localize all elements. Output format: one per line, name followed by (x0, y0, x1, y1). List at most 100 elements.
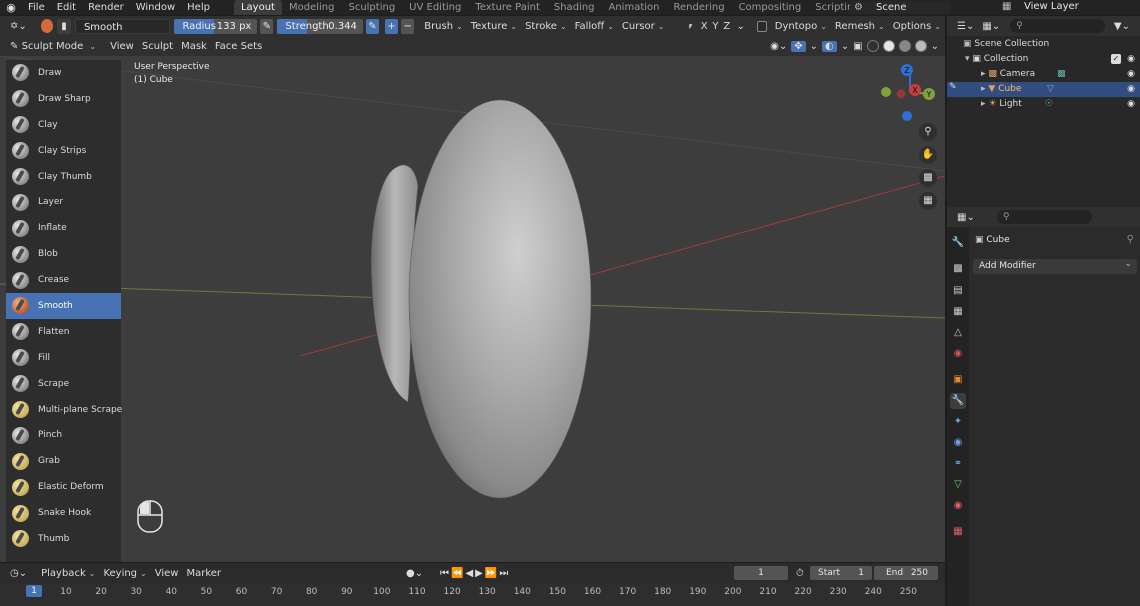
stopwatch-icon[interactable]: ⏱ (792, 566, 808, 581)
timeline-menu-playback[interactable]: Playback (37, 566, 99, 581)
overlay-toggle-icon[interactable]: ◐ (822, 40, 837, 52)
collection-checkbox[interactable]: ✓ (1111, 54, 1121, 64)
tab-shading[interactable]: Shading (547, 0, 602, 15)
timeline-menu-marker[interactable]: Marker (182, 566, 225, 581)
solid-shading-icon[interactable] (882, 40, 895, 52)
wireframe-shading-icon[interactable] (866, 40, 879, 52)
tab-rendering[interactable]: Rendering (666, 0, 731, 15)
zoom-icon[interactable]: ⚲ (919, 123, 937, 141)
tool-layer[interactable]: Layer (6, 189, 121, 215)
world-tab-icon[interactable]: ◉ (950, 346, 966, 362)
dyntopo-checkbox[interactable] (756, 20, 767, 32)
editor-type-icon[interactable]: ✡⌄ (6, 19, 31, 34)
tool-fill[interactable]: Fill (6, 345, 121, 371)
material-tab-icon[interactable]: ◉ (950, 498, 966, 514)
strength-pressure-icon[interactable]: ✎ (365, 18, 380, 34)
tool-draw[interactable]: Draw (6, 60, 121, 86)
timeline-editor-type-icon[interactable]: ◷⌄ (6, 566, 31, 581)
outliner-search-input[interactable]: ⚲ (1010, 19, 1106, 33)
gizmo-toggle-icon[interactable]: ✥ (791, 40, 806, 52)
tool-smooth[interactable]: Smooth (6, 293, 121, 319)
start-frame-field[interactable]: Start 1 (810, 566, 872, 580)
mode-selector[interactable]: ✎ Sculpt Mode (6, 39, 100, 54)
timeline-ruler[interactable]: 1 10 20 30 40 50 60 70 80 90 100 110 120 130 140 150 160… (0, 583, 945, 606)
remesh-menu[interactable]: Remesh (831, 19, 889, 34)
eye-icon[interactable]: ◉ (1127, 82, 1135, 97)
menu-file[interactable]: File (22, 0, 51, 15)
stroke-menu[interactable]: Stroke (521, 19, 571, 34)
brush-name-field[interactable]: Smooth (74, 18, 171, 34)
tab-layout[interactable]: Layout (233, 0, 282, 15)
neg-y-axis-icon[interactable] (881, 87, 891, 97)
eye-icon[interactable]: ◉ (1127, 97, 1135, 112)
neg-z-axis-icon[interactable] (902, 111, 912, 121)
tool-flatten[interactable]: Flatten (6, 319, 121, 345)
outliner-editor-type-icon[interactable]: ☰⌄ (953, 19, 978, 34)
scene-field[interactable]: ⚙ Scene (850, 1, 950, 14)
menu-render[interactable]: Render (82, 0, 130, 15)
outliner-row-cube[interactable]: ▸ ▼ Cube ▽ ◉ (947, 82, 1140, 97)
play-reverse-icon[interactable]: ◀ (465, 568, 475, 579)
tool-crease[interactable]: Crease (6, 267, 121, 293)
viewport-menu-sculpt[interactable]: Sculpt (138, 39, 177, 54)
tab-sculpting[interactable]: Sculpting (341, 0, 402, 15)
tool-blob[interactable]: Blob (6, 241, 121, 267)
eye-icon[interactable]: ◉ (1127, 67, 1135, 82)
tab-modeling[interactable]: Modeling (282, 0, 342, 15)
outliner-filter-icon[interactable]: ▼⌄ (1110, 19, 1134, 34)
cursor-menu[interactable]: Cursor (618, 19, 669, 34)
properties-editor-type-icon[interactable]: ▦⌄ (953, 210, 979, 225)
current-frame-field[interactable]: 1 (734, 566, 788, 580)
modifier-tab-icon[interactable]: 🔧 (950, 393, 966, 409)
blender-logo-icon[interactable]: ◉ (0, 0, 22, 15)
tool-draw-sharp[interactable]: Draw Sharp (6, 86, 121, 112)
viewport-menu-face-sets[interactable]: Face Sets (211, 39, 266, 54)
tab-uv-editing[interactable]: UV Editing (402, 0, 468, 15)
constraints-tab-icon[interactable]: ⚭ (950, 456, 966, 472)
timeline-menu-keying[interactable]: Keying (99, 566, 150, 581)
direction-subtract-button[interactable]: − (401, 18, 415, 34)
tool-grab[interactable]: Grab (6, 448, 121, 474)
options-menu[interactable]: Options (889, 19, 945, 34)
tool-clay-thumb[interactable]: Clay Thumb (6, 164, 121, 190)
next-keyframe-icon[interactable]: ⏩ (485, 568, 499, 579)
shading-dropdown-icon[interactable]: ⌄ (931, 41, 939, 52)
tool-snake-hook[interactable]: Snake Hook (6, 500, 121, 526)
outliner-row-camera[interactable]: ▸ ▩ Camera ▩ ◉ (947, 67, 1140, 82)
tab-compositing[interactable]: Compositing (732, 0, 809, 15)
keyframe-record-icon[interactable]: ●⌄ (402, 566, 427, 581)
play-icon[interactable]: ▶ (475, 568, 485, 579)
symmetry-y-toggle[interactable]: Y (710, 19, 721, 34)
strength-slider[interactable]: Strength 0.344 (277, 18, 363, 34)
scene-tab-icon[interactable]: △ (950, 325, 966, 341)
dyntopo-menu[interactable]: Dyntopo (771, 19, 831, 34)
prev-keyframe-icon[interactable]: ⏪ (451, 568, 465, 579)
neg-x-axis-icon[interactable] (896, 89, 906, 99)
render-tab-icon[interactable]: ▩ (950, 261, 966, 277)
eye-icon[interactable]: ◉ (1127, 52, 1135, 67)
object-tab-icon[interactable]: ▣ (950, 372, 966, 388)
radius-pressure-icon[interactable]: ✎ (260, 18, 274, 34)
tool-tab-icon[interactable]: 🔧 (950, 235, 966, 251)
scene-selector[interactable]: ⚙ Scene (850, 0, 950, 15)
tool-multi-plane-scrape[interactable]: Multi-plane Scrape (6, 397, 122, 423)
end-frame-field[interactable]: End 250 (874, 566, 938, 580)
symmetry-z-toggle[interactable]: Z (721, 19, 732, 34)
pan-hand-icon[interactable]: ✋ (919, 146, 937, 164)
menu-window[interactable]: Window (130, 0, 181, 15)
outliner-row-light[interactable]: ▸ ☀ Light ☉ ◉ (947, 97, 1140, 112)
add-modifier-button[interactable]: Add Modifier (973, 257, 1137, 274)
gizmo-dropdown-icon[interactable]: ⌄ (810, 41, 818, 52)
texture-tab-icon[interactable]: ▦ (950, 524, 966, 540)
data-tab-icon[interactable]: ▽ (950, 477, 966, 493)
tool-scrape[interactable]: Scrape (6, 371, 121, 397)
tool-inflate[interactable]: Inflate (6, 215, 121, 241)
current-frame-indicator[interactable]: 1 (26, 585, 42, 597)
properties-search-input[interactable]: ⚲ (996, 210, 1092, 224)
rendered-shading-icon[interactable] (914, 40, 927, 52)
symmetry-dropdown-icon[interactable]: ⌄ (733, 19, 749, 34)
outliner-row-scene-collection[interactable]: ▣ Scene Collection (947, 37, 1140, 52)
material-shading-icon[interactable] (898, 40, 911, 52)
viewport-menu-mask[interactable]: Mask (177, 39, 211, 54)
axis-navigation-gizmo[interactable]: X Y Z (874, 62, 944, 132)
